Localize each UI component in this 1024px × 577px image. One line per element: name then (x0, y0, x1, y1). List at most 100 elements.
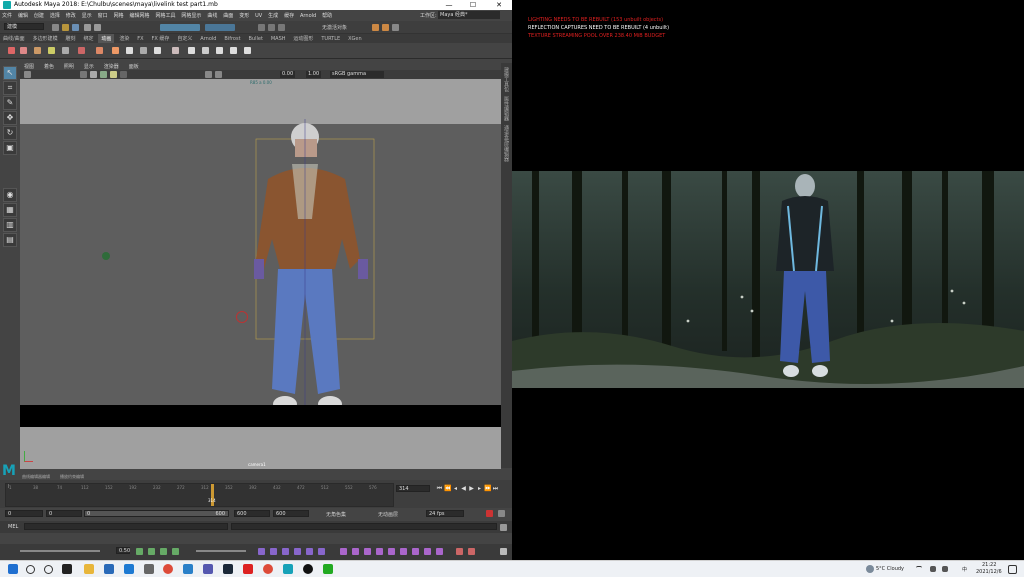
gamma-field[interactable]: 1.00 (306, 71, 322, 78)
mode-dropdown[interactable]: 建模 (4, 23, 44, 30)
weather-text[interactable]: 5°C Cloudy (876, 566, 904, 572)
select-hierarchy-icon[interactable] (160, 24, 200, 31)
menu-create[interactable]: 创建 (34, 12, 44, 19)
menu-select[interactable]: 选择 (50, 12, 60, 19)
graph-tool-icon[interactable] (424, 548, 431, 555)
chrome-icon[interactable] (163, 564, 173, 574)
fps-dropdown[interactable]: 24 fps (426, 510, 464, 517)
minimize-button[interactable]: — (438, 0, 460, 10)
move-key-icon[interactable] (96, 47, 103, 54)
go-to-start-icon[interactable]: ⏮ (436, 485, 443, 492)
snap-point-icon[interactable] (278, 24, 285, 31)
curve-tool-icon[interactable] (270, 548, 277, 555)
sculpt-icon[interactable] (202, 47, 209, 54)
aim-icon[interactable] (244, 47, 251, 54)
colorspace-dropdown[interactable]: sRGB gamma (330, 71, 384, 78)
strip-tool-icon[interactable] (160, 548, 167, 555)
volume-icon[interactable] (942, 566, 948, 572)
wire-icon[interactable] (188, 47, 195, 54)
menu-surfaces[interactable]: 曲面 (223, 12, 233, 19)
menu-edit[interactable]: 编辑 (18, 12, 28, 19)
step-back-key-icon[interactable]: ⏪ (444, 485, 451, 492)
range-slider[interactable]: 0 600 (84, 510, 229, 517)
unreal-icon[interactable] (303, 564, 313, 574)
graph-tool-icon[interactable] (352, 548, 359, 555)
tray-chevron-icon[interactable] (916, 566, 922, 573)
set-key-icon[interactable] (8, 47, 15, 54)
shelf-tab[interactable]: XGen (345, 35, 365, 43)
viewport-menu-shading[interactable]: 着色 (44, 63, 54, 70)
shelf-tab[interactable]: 曲线/曲面 (0, 34, 28, 43)
shelf-tab[interactable]: 运动图形 (290, 34, 316, 43)
windows-start-icon[interactable] (8, 564, 18, 574)
play-forward-icon[interactable]: ▶ (468, 485, 475, 492)
shelf-tab[interactable]: 自定义 (174, 34, 195, 43)
tab-attribute-editor[interactable]: 属性编辑器 (503, 96, 510, 121)
steam-icon[interactable] (223, 564, 233, 574)
app-red-icon[interactable] (243, 564, 253, 574)
shelf-tab[interactable]: Arnold (197, 35, 219, 43)
ik-handle-icon[interactable] (62, 47, 69, 54)
network-icon[interactable] (930, 566, 936, 572)
graph-tool-icon[interactable] (388, 548, 395, 555)
viewport-menu-view[interactable]: 视图 (24, 63, 34, 70)
curve-tool-icon[interactable] (258, 548, 265, 555)
shelf-tab[interactable]: Bullet (245, 35, 265, 43)
curve-tool-icon[interactable] (282, 548, 289, 555)
joint-tool-icon[interactable] (78, 47, 85, 54)
key-translate-icon[interactable] (20, 47, 27, 54)
menu-mesh-tools[interactable]: 网格工具 (155, 12, 175, 19)
bind-skin-icon[interactable] (112, 47, 119, 54)
graph-tool-icon[interactable] (340, 548, 347, 555)
curve-tool-icon[interactable] (318, 548, 325, 555)
viewport-menu-renderer[interactable]: 渲染器 (104, 63, 119, 70)
step-forward-frame-icon[interactable]: ▸ (476, 485, 483, 492)
menu-file[interactable]: 文件 (2, 12, 12, 19)
graph-tool-icon[interactable] (364, 548, 371, 555)
mail-icon[interactable] (124, 564, 134, 574)
wrap-icon[interactable] (216, 47, 223, 54)
notification-icon[interactable] (1008, 565, 1017, 574)
shelf-tab-active[interactable]: 动画 (98, 34, 115, 43)
cluster-icon[interactable] (140, 47, 147, 54)
edge-icon[interactable] (183, 564, 193, 574)
paint-select-icon[interactable]: ✎ (3, 96, 17, 110)
strip-tool-icon[interactable] (148, 548, 155, 555)
menu-modify[interactable]: 修改 (66, 12, 76, 19)
key-tool-icon[interactable] (468, 548, 475, 555)
shelf-tab[interactable]: FX (134, 35, 146, 43)
maya-icon[interactable] (283, 564, 293, 574)
command-input[interactable] (24, 523, 228, 530)
key-tool-icon[interactable] (456, 548, 463, 555)
blend-shape-icon[interactable] (172, 47, 179, 54)
search-icon[interactable] (26, 565, 35, 574)
workspace-dropdown[interactable]: Maya 经典* (438, 11, 500, 19)
open-scene-icon[interactable] (62, 24, 69, 31)
viewport-menu-show[interactable]: 显示 (84, 63, 94, 70)
lights-icon[interactable] (110, 71, 117, 78)
stack-layout-icon[interactable]: ▤ (3, 233, 17, 247)
chrome-icon[interactable] (263, 564, 273, 574)
side-layout-icon[interactable]: ▥ (3, 218, 17, 232)
task-view-icon[interactable] (44, 565, 53, 574)
shelf-tab[interactable]: Bifrost (221, 35, 243, 43)
snap-grid-icon[interactable] (258, 24, 265, 31)
constraint-icon[interactable] (230, 47, 237, 54)
exposure-field[interactable]: 0.00 (280, 71, 296, 78)
redo-icon[interactable] (94, 24, 101, 31)
curve-tool-icon[interactable] (306, 548, 313, 555)
shelf-tab[interactable]: MASH (268, 35, 289, 43)
menu-deform[interactable]: 变形 (239, 12, 249, 19)
tab-modeling-toolkit[interactable]: 建模工具包 (503, 67, 510, 92)
play-backward-icon[interactable]: ◀ (460, 485, 467, 492)
anim-layer-dropdown[interactable]: 无动画层 (378, 511, 398, 518)
settings-icon[interactable] (500, 548, 507, 555)
shelf-tab[interactable]: 绑定 (80, 34, 96, 43)
viewport-menu-panels[interactable]: 面板 (129, 63, 139, 70)
curve-tool-icon[interactable] (294, 548, 301, 555)
app-icon[interactable] (104, 564, 114, 574)
menu-curves[interactable]: 曲线 (207, 12, 217, 19)
strip-tool-icon[interactable] (136, 548, 143, 555)
maximize-button[interactable]: ☐ (462, 0, 484, 10)
viewport-panel[interactable]: R85 a 0.00 camera1 (20, 79, 501, 469)
